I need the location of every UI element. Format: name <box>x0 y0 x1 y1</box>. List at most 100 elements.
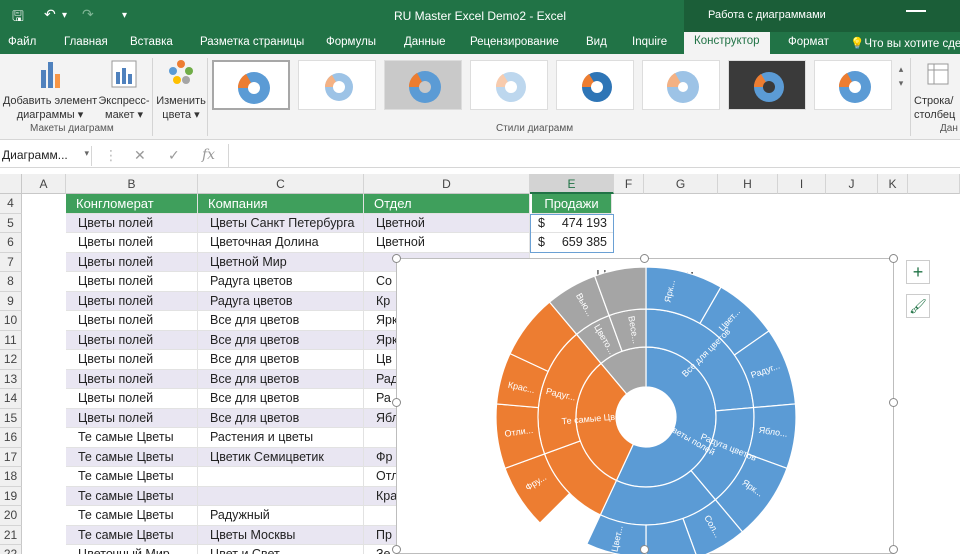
tab-view[interactable]: Вид <box>586 36 607 48</box>
row-header[interactable]: 12 <box>0 350 22 370</box>
quick-layout-button[interactable]: Экспресс- макет ▾ <box>98 58 150 122</box>
table-cell[interactable]: Цветы полей <box>66 272 198 292</box>
change-colors-button[interactable]: Изменить цвета ▾ <box>156 58 206 122</box>
resize-handle-e[interactable] <box>889 398 898 407</box>
column-header-g[interactable]: G <box>644 174 718 194</box>
tab-format[interactable]: Формат <box>788 36 829 48</box>
chart-style-5[interactable] <box>556 60 634 110</box>
sunburst-chart[interactable]: Цветы России Цветы полейВсе для цветовРа… <box>396 258 894 554</box>
table-cell[interactable]: Цветы полей <box>66 311 198 331</box>
table-cell[interactable]: Те самые Цветы <box>66 447 198 467</box>
table-cell[interactable]: Радуга цветов <box>198 291 364 311</box>
chart-style-7[interactable] <box>728 60 806 110</box>
row-header[interactable]: 18 <box>0 467 22 487</box>
table-cell[interactable]: Цветы полей <box>66 213 198 233</box>
resize-handle-sw[interactable] <box>392 545 401 554</box>
row-header[interactable]: 9 <box>0 291 22 311</box>
tab-home[interactable]: Главная <box>64 36 108 48</box>
table-cell[interactable]: Все для цветов <box>198 311 364 331</box>
table-cell[interactable]: Цветы полей <box>66 369 198 389</box>
column-header-c[interactable]: C <box>198 174 364 194</box>
chart-style-4[interactable] <box>470 60 548 110</box>
table-cell[interactable]: Цветик Семицветик <box>198 447 364 467</box>
chart-style-8[interactable] <box>814 60 892 110</box>
header-cell[interactable]: Конгломерат <box>66 194 198 214</box>
column-header-i[interactable]: I <box>778 174 826 194</box>
table-cell[interactable]: Все для цветов <box>198 389 364 409</box>
row-header[interactable]: 10 <box>0 311 22 331</box>
chart-styles-button[interactable]: 🖌 <box>906 294 930 318</box>
table-cell[interactable]: Цветы полей <box>66 252 198 272</box>
resize-handle-n[interactable] <box>640 254 649 263</box>
row-header[interactable]: 13 <box>0 369 22 389</box>
table-cell[interactable]: Растения и цветы <box>198 428 364 448</box>
column-header-a[interactable]: A <box>22 174 66 194</box>
table-cell[interactable]: Цветной <box>364 213 530 233</box>
tab-review[interactable]: Рецензирование <box>470 36 559 48</box>
column-header-k[interactable]: K <box>878 174 908 194</box>
tab-design[interactable]: Конструктор <box>684 32 770 54</box>
tab-page-layout[interactable]: Разметка страницы <box>200 36 304 48</box>
column-header-b[interactable]: B <box>66 174 198 194</box>
header-cell[interactable]: Продажи <box>532 194 612 214</box>
table-cell[interactable]: Те самые Цветы <box>66 506 198 526</box>
chart-style-1[interactable] <box>212 60 290 110</box>
table-cell[interactable]: Цвет и Свет <box>198 545 364 554</box>
table-cell[interactable]: Те самые Цветы <box>66 467 198 487</box>
table-cell[interactable]: Цветочный Мир <box>66 545 198 554</box>
row-header[interactable]: 7 <box>0 252 22 272</box>
enter-icon[interactable]: ✓ <box>168 147 180 164</box>
table-cell[interactable]: Те самые Цветы <box>66 428 198 448</box>
switch-row-column-button[interactable]: Строка/ столбец <box>914 58 960 122</box>
row-header[interactable]: 16 <box>0 428 22 448</box>
table-cell[interactable]: Те самые Цветы <box>66 525 198 545</box>
row-header[interactable]: 4 <box>0 194 22 214</box>
row-header[interactable]: 19 <box>0 486 22 506</box>
row-header[interactable]: 17 <box>0 447 22 467</box>
table-cell[interactable]: Все для цветов <box>198 350 364 370</box>
tab-formulas[interactable]: Формулы <box>326 36 376 48</box>
table-cell[interactable]: Цветы полей <box>66 389 198 409</box>
table-cell[interactable]: Цветной <box>364 233 530 253</box>
tab-data[interactable]: Данные <box>404 36 446 48</box>
resize-handle-ne[interactable] <box>889 254 898 263</box>
table-cell[interactable]: Цветы полей <box>66 233 198 253</box>
table-cell[interactable]: Все для цветов <box>198 408 364 428</box>
row-header[interactable]: 22 <box>0 545 22 554</box>
table-cell[interactable]: Радуга цветов <box>198 272 364 292</box>
tab-inquire[interactable]: Inquire <box>632 36 667 48</box>
table-cell[interactable]: Цветы полей <box>66 350 198 370</box>
column-header-f[interactable]: F <box>614 174 644 194</box>
table-cell[interactable]: Цветы полей <box>66 408 198 428</box>
table-cell[interactable]: Радужный <box>198 506 364 526</box>
chart-style-2[interactable] <box>298 60 376 110</box>
table-cell[interactable]: Те самые Цветы <box>66 486 198 506</box>
chart-style-3[interactable] <box>384 60 462 110</box>
tab-file[interactable]: Файл <box>8 36 36 48</box>
table-cell[interactable]: Цветы Санкт Петербурга <box>198 213 364 233</box>
resize-handle-nw[interactable] <box>392 254 401 263</box>
table-cell[interactable]: Все для цветов <box>198 330 364 350</box>
row-header[interactable]: 21 <box>0 525 22 545</box>
column-header-d[interactable]: D <box>364 174 530 194</box>
tell-me-search[interactable]: 💡Что вы хотите сде <box>850 36 960 50</box>
table-cell[interactable]: Цветочная Долина <box>198 233 364 253</box>
chart-style-6[interactable] <box>642 60 720 110</box>
minimize-icon[interactable] <box>906 10 926 12</box>
tab-insert[interactable]: Вставка <box>130 36 173 48</box>
table-cell[interactable] <box>198 486 364 506</box>
name-box[interactable]: Диаграмм... ▾ <box>0 146 92 166</box>
header-cell[interactable]: Компания <box>198 194 364 214</box>
column-header-e[interactable]: E <box>530 174 614 194</box>
column-header-h[interactable]: H <box>718 174 778 194</box>
row-header[interactable]: 14 <box>0 389 22 409</box>
chevron-down-icon[interactable]: ▾ <box>84 148 89 159</box>
column-header-j[interactable]: J <box>826 174 878 194</box>
table-cell[interactable]: Цветы Москвы <box>198 525 364 545</box>
row-header[interactable]: 5 <box>0 213 22 233</box>
select-all-corner[interactable] <box>0 174 22 194</box>
chart-elements-button[interactable]: + <box>906 260 930 284</box>
cancel-icon[interactable]: ✕ <box>134 147 146 164</box>
add-chart-element-button[interactable]: Добавить элемент диаграммы ▾ <box>2 58 98 122</box>
row-header[interactable]: 15 <box>0 408 22 428</box>
